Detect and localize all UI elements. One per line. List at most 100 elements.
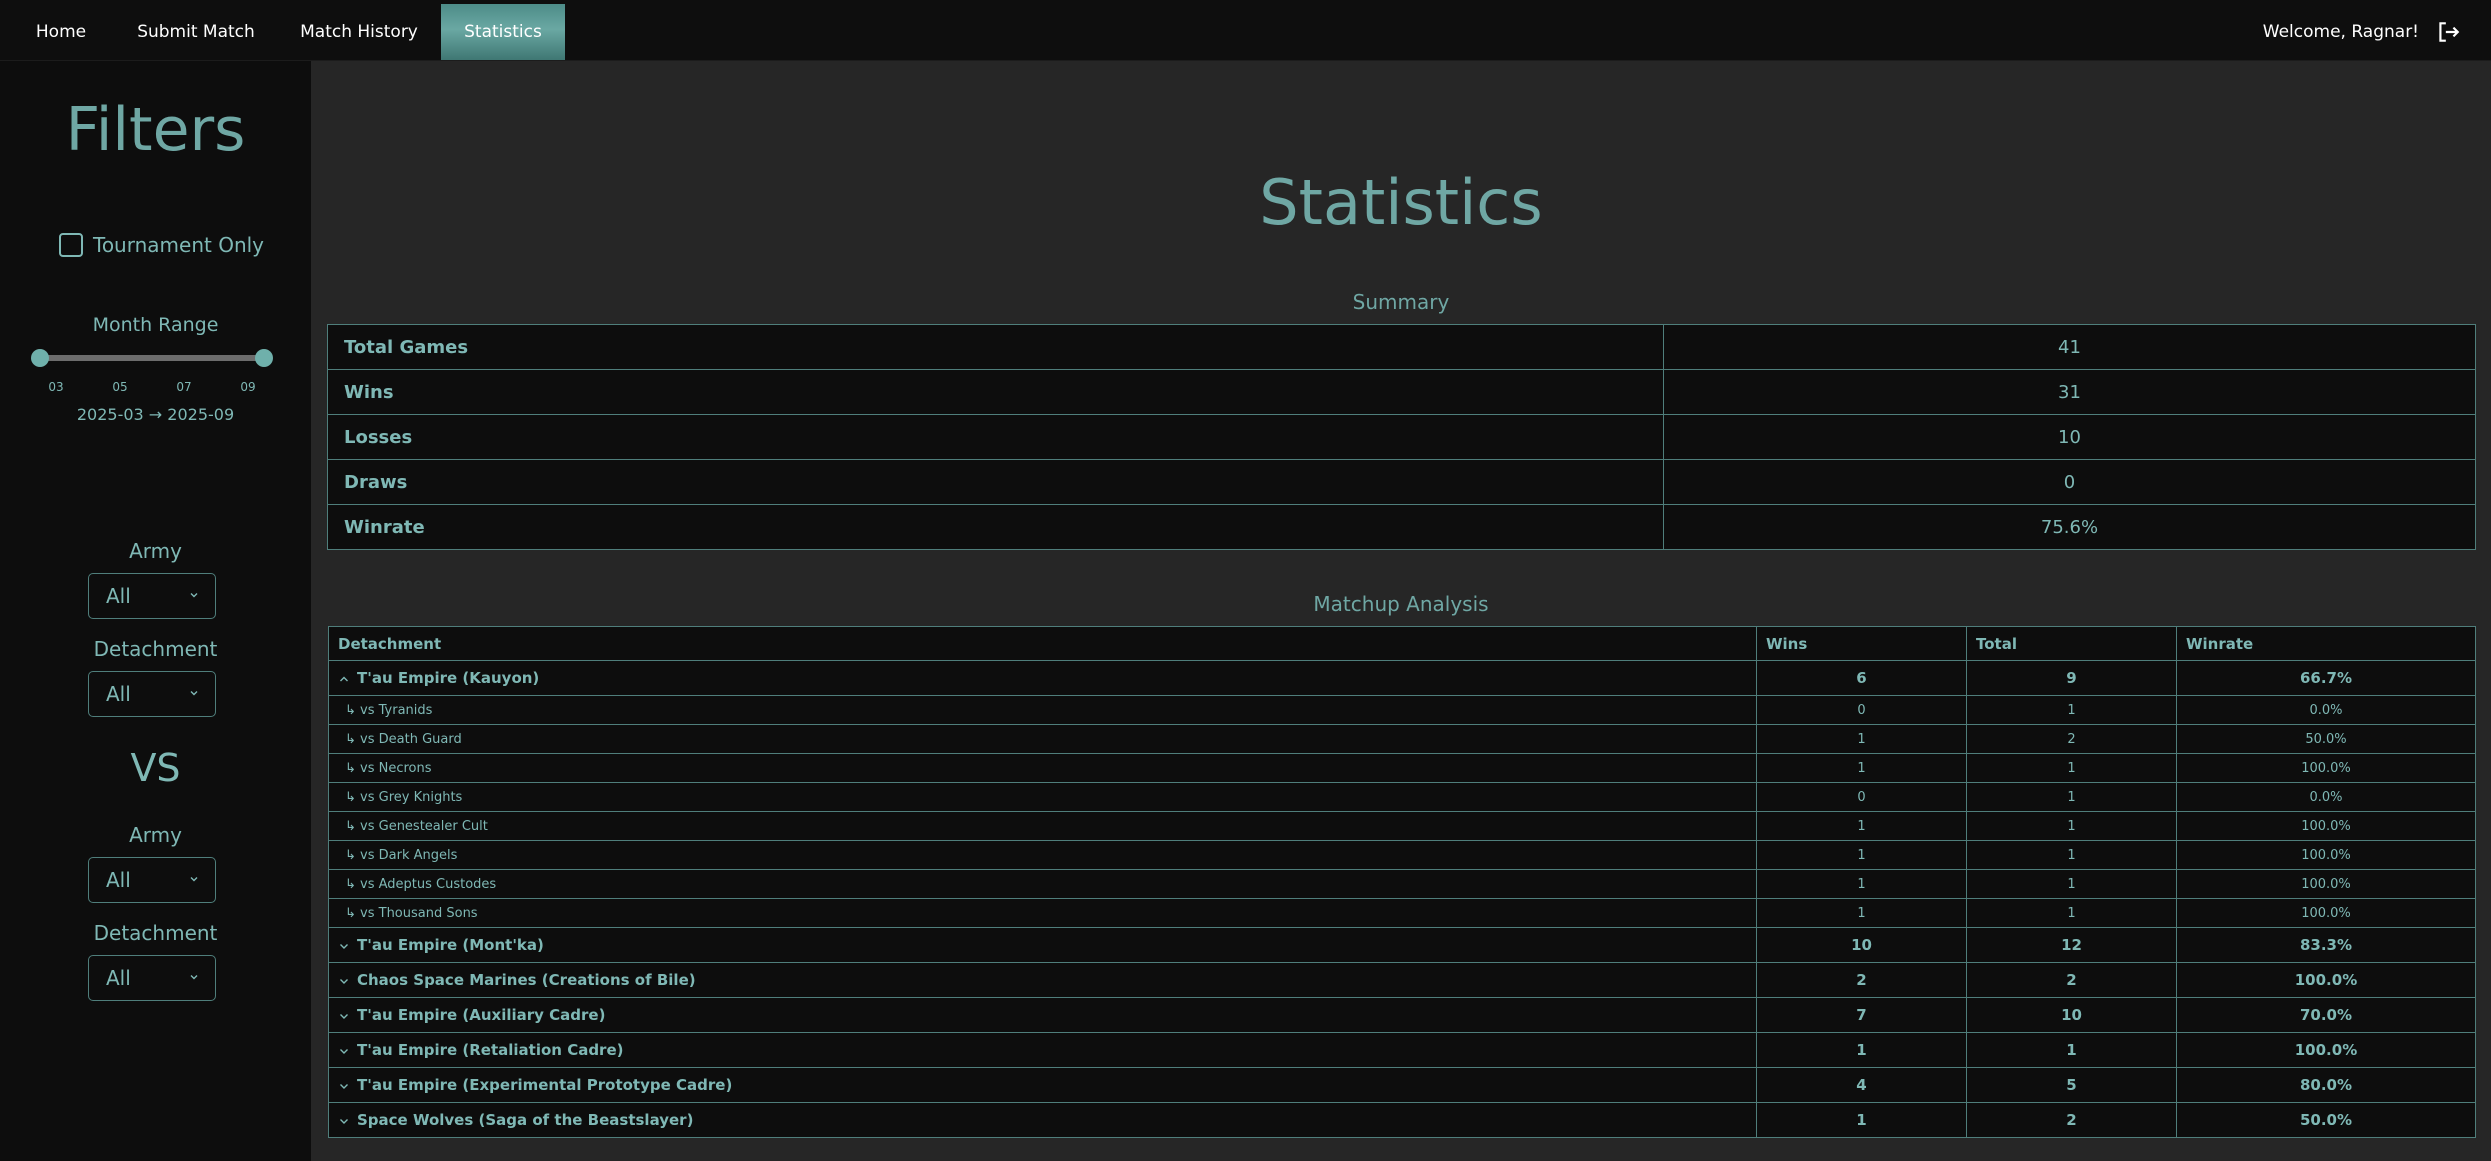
month-range-slider[interactable] (39, 355, 264, 361)
summary-value: 0 (1663, 459, 2476, 505)
nav-match-history[interactable]: Match History (286, 4, 432, 60)
row-name-cell: T'au Empire (Mont'ka) (328, 927, 1757, 963)
row-name-cell: ↳ vs Thousand Sons (328, 898, 1757, 928)
summary-row: Draws 0 (327, 459, 2476, 505)
nav-statistics[interactable]: Statistics (441, 4, 565, 60)
opponent-row: ↳ vs Dark Angels 1 1 100.0% (328, 840, 2476, 870)
row-wins: 4 (1756, 1067, 1967, 1103)
row-name: ↳ vs Grey Knights (345, 789, 463, 805)
row-wins: 7 (1756, 997, 1967, 1033)
column-header-wins[interactable]: Wins (1756, 626, 1967, 661)
summary-row: Winrate 75.6% (327, 504, 2476, 550)
row-total: 1 (1966, 782, 2177, 812)
row-total: 1 (1966, 898, 2177, 928)
summary-label: Draws (327, 459, 1664, 505)
row-name: ↳ vs Tyranids (345, 702, 433, 718)
opponent-detachment-select[interactable]: All (88, 955, 216, 1001)
detachment-row[interactable]: T'au Empire (Retaliation Cadre) 1 1 100.0% (328, 1032, 2476, 1068)
chevron-down-icon[interactable] (339, 942, 349, 950)
row-winrate: 80.0% (2176, 1067, 2476, 1103)
logout-icon[interactable] (2435, 19, 2461, 45)
summary-value: 10 (1663, 414, 2476, 460)
row-wins: 1 (1756, 811, 1967, 841)
row-name: T'au Empire (Auxiliary Cadre) (357, 1006, 606, 1024)
month-range-label: Month Range (92, 314, 219, 336)
chevron-down-icon (190, 877, 198, 882)
row-name: ↳ vs Dark Angels (345, 847, 458, 863)
row-total: 9 (1966, 660, 2177, 696)
opponent-army-select-value: All (106, 868, 131, 892)
row-name: T'au Empire (Mont'ka) (357, 936, 544, 954)
chevron-down-icon[interactable] (339, 977, 349, 985)
row-wins: 1 (1756, 753, 1967, 783)
row-name-cell: Space Wolves (Saga of the Beastslayer) (328, 1102, 1757, 1138)
slider-tick: 03 (48, 380, 64, 394)
summary-title: Summary (1352, 290, 1450, 314)
chevron-down-icon (190, 975, 198, 980)
detachment-select[interactable]: All (88, 671, 216, 717)
chevron-down-icon[interactable] (339, 1047, 349, 1055)
column-header-detachment[interactable]: Detachment (328, 626, 1757, 661)
opponent-row: ↳ vs Tyranids 0 1 0.0% (328, 695, 2476, 725)
nav-submit-match[interactable]: Submit Match (122, 4, 270, 60)
column-header-total[interactable]: Total (1966, 626, 2177, 661)
chevron-down-icon[interactable] (339, 1117, 349, 1125)
detachment-row[interactable]: Chaos Space Marines (Creations of Bile) 2… (328, 962, 2476, 998)
row-wins: 1 (1756, 1102, 1967, 1138)
row-winrate: 100.0% (2176, 840, 2476, 870)
row-name: ↳ vs Necrons (345, 760, 432, 776)
summary-value: 31 (1663, 369, 2476, 415)
column-header-winrate[interactable]: Winrate (2176, 626, 2476, 661)
row-name: ↳ vs Thousand Sons (345, 905, 478, 921)
row-total: 1 (1966, 1032, 2177, 1068)
row-name-cell: ↳ vs Grey Knights (328, 782, 1757, 812)
row-winrate: 100.0% (2176, 869, 2476, 899)
opponent-row: ↳ vs Thousand Sons 1 1 100.0% (328, 898, 2476, 928)
chevron-up-icon[interactable] (339, 675, 349, 683)
row-total: 1 (1966, 811, 2177, 841)
row-total: 1 (1966, 753, 2177, 783)
opponent-detachment-label: Detachment (93, 921, 218, 945)
row-name: ↳ vs Adeptus Custodes (345, 876, 497, 892)
summary-row: Losses 10 (327, 414, 2476, 460)
matchup-title: Matchup Analysis (1313, 592, 1489, 616)
tournament-only-toggle[interactable]: Tournament Only (59, 233, 264, 257)
row-name: T'au Empire (Kauyon) (357, 669, 540, 687)
row-total: 1 (1966, 869, 2177, 899)
row-name: Space Wolves (Saga of the Beastslayer) (357, 1111, 694, 1129)
month-range-end-handle[interactable] (255, 349, 273, 367)
nav-home[interactable]: Home (0, 4, 122, 60)
row-name: Chaos Space Marines (Creations of Bile) (357, 971, 696, 989)
row-total: 12 (1966, 927, 2177, 963)
row-name-cell: ↳ vs Adeptus Custodes (328, 869, 1757, 899)
row-name-cell: T'au Empire (Experimental Prototype Cadr… (328, 1067, 1757, 1103)
army-select[interactable]: All (88, 573, 216, 619)
row-name-cell: ↳ vs Necrons (328, 753, 1757, 783)
row-name-cell: ↳ vs Tyranids (328, 695, 1757, 725)
vs-label: VS (130, 746, 181, 790)
row-winrate: 50.0% (2176, 1102, 2476, 1138)
row-winrate: 50.0% (2176, 724, 2476, 754)
row-name-cell: ↳ vs Death Guard (328, 724, 1757, 754)
detachment-row[interactable]: T'au Empire (Experimental Prototype Cadr… (328, 1067, 2476, 1103)
matchup-table: Detachment Wins Total Winrate T'au Empir… (328, 626, 2476, 1138)
chevron-down-icon[interactable] (339, 1082, 349, 1090)
page-title: Statistics (1259, 166, 1543, 239)
detachment-label: Detachment (93, 637, 218, 661)
detachment-row[interactable]: T'au Empire (Mont'ka) 10 12 83.3% (328, 927, 2476, 963)
detachment-row[interactable]: T'au Empire (Auxiliary Cadre) 7 10 70.0% (328, 997, 2476, 1033)
opponent-army-select[interactable]: All (88, 857, 216, 903)
tournament-checkbox[interactable] (59, 233, 83, 257)
detachment-row[interactable]: T'au Empire (Kauyon) 6 9 66.7% (328, 660, 2476, 696)
summary-label: Losses (327, 414, 1664, 460)
month-range-start-handle[interactable] (31, 349, 49, 367)
detachment-row[interactable]: Space Wolves (Saga of the Beastslayer) 1 2… (328, 1102, 2476, 1138)
row-wins: 1 (1756, 840, 1967, 870)
row-name-cell: ↳ vs Dark Angels (328, 840, 1757, 870)
row-winrate: 0.0% (2176, 695, 2476, 725)
row-winrate: 66.7% (2176, 660, 2476, 696)
chevron-down-icon[interactable] (339, 1012, 349, 1020)
slider-tick: 09 (240, 380, 256, 394)
row-total: 2 (1966, 962, 2177, 998)
row-wins: 1 (1756, 898, 1967, 928)
